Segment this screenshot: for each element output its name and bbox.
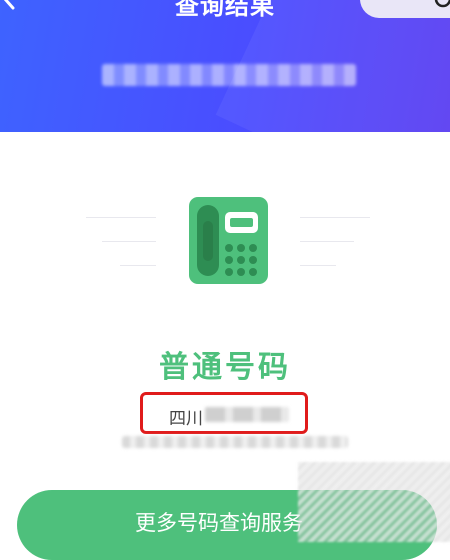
decoration-line (102, 241, 156, 242)
search-icon[interactable] (432, 0, 450, 12)
decoration-line (300, 217, 370, 218)
decoration-line (86, 217, 156, 218)
decoration-line (300, 265, 336, 266)
header: 查询结果 (0, 0, 450, 132)
location-province: 四川 (169, 409, 203, 429)
telephone-icon (189, 197, 268, 284)
watermark (298, 462, 450, 542)
redacted-phone-number (102, 64, 356, 86)
redacted-location (205, 407, 289, 422)
number-type-label: 普通号码 (159, 350, 291, 385)
redacted-details (122, 436, 348, 448)
location-highlight-box: 四川 (140, 392, 308, 434)
decoration-line (300, 241, 354, 242)
decoration-line (120, 265, 156, 266)
